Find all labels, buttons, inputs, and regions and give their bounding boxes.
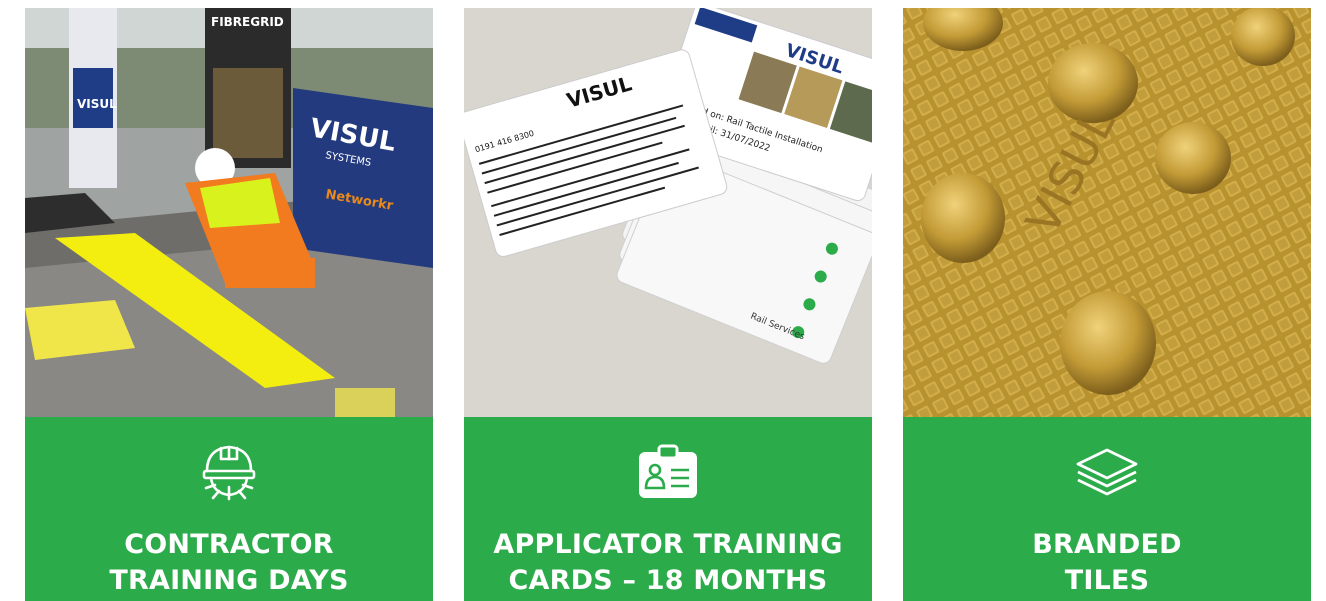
title-line-2: TRAINING DAYS: [109, 565, 349, 596]
banner-top-text: FIBREGRID: [211, 15, 284, 29]
branded-tiles-photo: VISUL: [903, 8, 1311, 417]
title-line-1: BRANDED: [1032, 529, 1182, 560]
title-line-2: TILES: [1064, 565, 1150, 596]
title-line-2: CARDS – 18 MONTHS: [508, 565, 828, 596]
card-contractor-training[interactable]: VISUL FIBREGRID VISUL SYSTEMS Networkr C…: [25, 8, 433, 601]
hard-hat-gear-icon: [201, 437, 257, 507]
training-cards-row: VISUL FIBREGRID VISUL SYSTEMS Networkr C…: [0, 0, 1326, 601]
title-line-1: CONTRACTOR: [124, 529, 334, 560]
banner-brand-text: VISUL: [77, 97, 117, 111]
stacked-layers-icon: [1074, 437, 1140, 507]
contractor-training-panel: CONTRACTOR TRAINING DAYS: [25, 417, 433, 601]
contractor-training-photo: VISUL FIBREGRID VISUL SYSTEMS Networkr: [25, 8, 433, 417]
branded-tiles-panel: BRANDED TILES: [903, 417, 1311, 601]
card-applicator-training[interactable]: Rail Services VISUL Trained on: Rail Tac…: [464, 8, 872, 601]
applicator-training-title: APPLICATOR TRAINING CARDS – 18 MONTHS: [493, 527, 842, 599]
contractor-training-title: CONTRACTOR TRAINING DAYS: [109, 527, 348, 599]
card-branded-tiles[interactable]: VISUL BRANDED TILES: [903, 8, 1311, 601]
applicator-training-panel: APPLICATOR TRAINING CARDS – 18 MONTHS: [464, 417, 872, 601]
title-line-1: APPLICATOR TRAINING: [493, 529, 843, 560]
id-badge-icon: [637, 437, 699, 507]
applicator-cards-photo: Rail Services VISUL Trained on: Rail Tac…: [464, 8, 872, 417]
branded-tiles-title: BRANDED TILES: [1032, 527, 1182, 599]
